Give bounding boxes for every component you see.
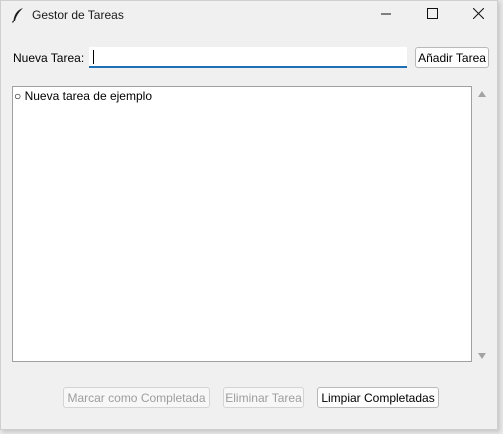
- window-title: Gestor de Tareas: [32, 8, 124, 22]
- new-task-label: Nueva Tarea:: [13, 51, 85, 65]
- title-bar[interactable]: Gestor de Tareas: [1, 1, 497, 29]
- minimize-icon: [381, 6, 391, 24]
- maximize-icon: [426, 6, 438, 24]
- close-button[interactable]: [455, 1, 501, 29]
- add-task-button[interactable]: Añadir Tarea: [415, 47, 489, 68]
- task-list[interactable]: ○ Nueva tarea de ejemplo: [12, 86, 472, 362]
- new-task-input[interactable]: [89, 47, 407, 68]
- clear-completed-button[interactable]: Limpiar Completadas: [317, 387, 439, 408]
- feather-icon: [11, 7, 25, 23]
- scroll-down-icon[interactable]: [478, 353, 486, 359]
- close-icon: [472, 6, 484, 24]
- mark-complete-button[interactable]: Marcar como Completada: [63, 387, 210, 408]
- text-caret: [93, 50, 94, 64]
- app-window: Gestor de Tareas Nueva Tarea: Añadir Tar…: [0, 0, 498, 430]
- delete-task-button[interactable]: Eliminar Tarea: [223, 387, 304, 408]
- minimize-button[interactable]: [363, 1, 409, 29]
- maximize-button[interactable]: [409, 1, 455, 29]
- list-item[interactable]: ○ Nueva tarea de ejemplo: [14, 89, 152, 103]
- task-list-scrollbar[interactable]: [474, 86, 491, 362]
- scroll-up-icon[interactable]: [478, 91, 486, 97]
